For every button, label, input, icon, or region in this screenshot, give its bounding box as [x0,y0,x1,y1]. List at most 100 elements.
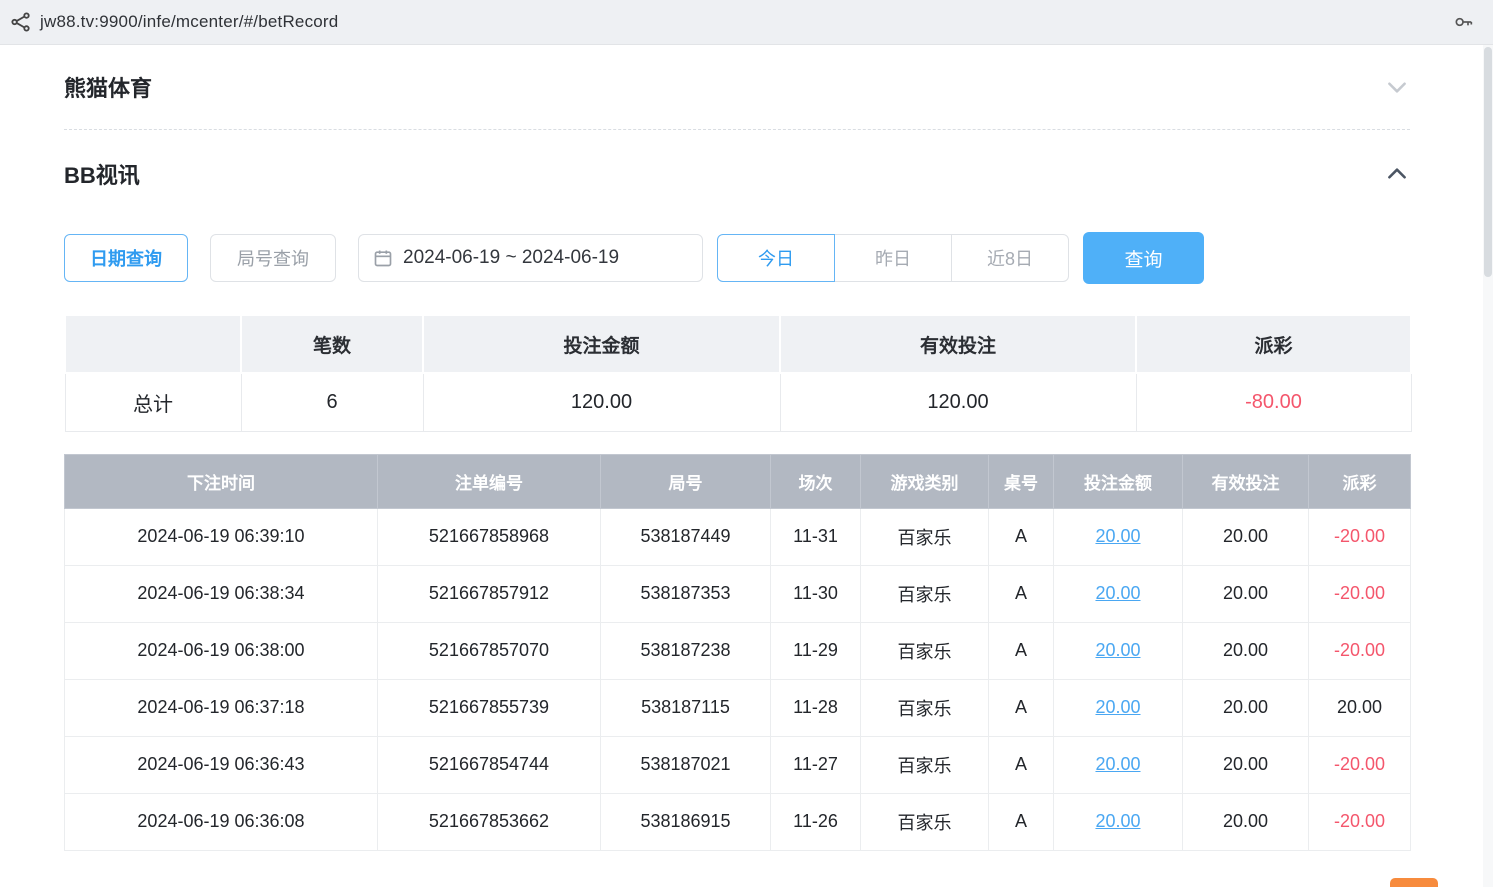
cell-valid-bet: 20.00 [1183,793,1309,850]
cell-bet-time: 2024-06-19 06:39:10 [65,508,378,565]
chevron-down-icon[interactable] [1384,74,1410,100]
cell-game-type: 百家乐 [861,622,989,679]
last8days-button[interactable]: 近8日 [951,234,1069,282]
summary-total-label: 总计 [65,373,241,431]
cell-round-no: 538187353 [601,565,771,622]
cell-bet-amount: 20.00 [1054,565,1183,622]
bet-amount-link[interactable]: 20.00 [1095,754,1140,774]
cell-game-type: 百家乐 [861,793,989,850]
summary-header-row: 笔数 投注金额 有效投注 派彩 [65,315,1411,373]
table-row: 2024-06-19 06:38:00 521667857070 5381872… [65,622,1411,679]
share-sitemap-icon[interactable] [10,11,32,33]
bet-amount-link[interactable]: 20.00 [1095,640,1140,660]
summary-header-count: 笔数 [241,315,423,373]
cell-bet-id: 521667855739 [378,679,601,736]
cell-game-type: 百家乐 [861,736,989,793]
table-row: 2024-06-19 06:36:08 521667853662 5381869… [65,793,1411,850]
summary-total-row: 总计 6 120.00 120.00 -80.00 [65,373,1411,431]
round-query-button[interactable]: 局号查询 [210,234,336,282]
section-panda-sports[interactable]: 熊猫体育 [64,45,1410,129]
cell-session: 11-29 [771,622,861,679]
cell-session: 11-28 [771,679,861,736]
bet-table-header-row: 下注时间 注单编号 局号 场次 游戏类别 桌号 投注金额 有效投注 派彩 [65,454,1411,508]
page: jw88.tv:9900/infe/mcenter/#/betRecord 熊猫… [0,0,1493,887]
cell-bet-amount: 20.00 [1054,679,1183,736]
cell-bet-id: 521667854744 [378,736,601,793]
summary-header-valid-bet: 有效投注 [780,315,1136,373]
cell-session: 11-31 [771,508,861,565]
scrollbar-thumb[interactable] [1484,47,1492,277]
search-button[interactable]: 查询 [1083,232,1204,284]
yesterday-button[interactable]: 昨日 [834,234,952,282]
browser-address-bar: jw88.tv:9900/infe/mcenter/#/betRecord [0,0,1493,45]
bet-amount-link[interactable]: 20.00 [1095,811,1140,831]
cell-bet-time: 2024-06-19 06:38:34 [65,565,378,622]
summary-header-payout: 派彩 [1136,315,1411,373]
header-bet-time: 下注时间 [65,454,378,508]
cell-game-type: 百家乐 [861,565,989,622]
summary-count: 6 [241,373,423,431]
cell-valid-bet: 20.00 [1183,565,1309,622]
cell-round-no: 538186915 [601,793,771,850]
date-query-button[interactable]: 日期查询 [64,234,188,282]
section-title-panda: 熊猫体育 [64,71,152,103]
bet-amount-link[interactable]: 20.00 [1095,526,1140,546]
cell-table-no: A [989,622,1054,679]
cell-valid-bet: 20.00 [1183,736,1309,793]
cell-table-no: A [989,679,1054,736]
table-row: 2024-06-19 06:37:18 521667855739 5381871… [65,679,1411,736]
cell-bet-id: 521667857912 [378,565,601,622]
cell-bet-id: 521667857070 [378,622,601,679]
cell-valid-bet: 20.00 [1183,679,1309,736]
summary-payout: -80.00 [1136,373,1411,431]
cell-game-type: 百家乐 [861,679,989,736]
cell-bet-id: 521667858968 [378,508,601,565]
cell-bet-time: 2024-06-19 06:38:00 [65,622,378,679]
cell-valid-bet: 20.00 [1183,508,1309,565]
bet-table-body: 2024-06-19 06:39:10 521667858968 5381874… [65,508,1411,850]
header-valid-bet: 有效投注 [1183,454,1309,508]
bet-amount-link[interactable]: 20.00 [1095,583,1140,603]
password-key-icon[interactable] [1453,12,1473,32]
header-bet-amount: 投注金额 [1054,454,1183,508]
cell-session: 11-26 [771,793,861,850]
date-range-input[interactable]: 2024-06-19 ~ 2024-06-19 [358,234,703,282]
summary-header-bet-amount: 投注金额 [423,315,780,373]
cell-bet-amount: 20.00 [1054,793,1183,850]
header-session: 场次 [771,454,861,508]
cell-bet-time: 2024-06-19 06:36:08 [65,793,378,850]
url-text[interactable]: jw88.tv:9900/infe/mcenter/#/betRecord [40,12,1453,32]
cell-table-no: A [989,565,1054,622]
cell-payout: -20.00 [1309,736,1411,793]
header-round-no: 局号 [601,454,771,508]
summary-header-empty [65,315,241,373]
floating-widget[interactable] [1390,878,1438,887]
bet-amount-link[interactable]: 20.00 [1095,697,1140,717]
summary-valid-bet: 120.00 [780,373,1136,431]
cell-table-no: A [989,793,1054,850]
section-bb-video[interactable]: BB视讯 [64,130,1410,218]
calendar-icon [373,248,393,268]
cell-session: 11-30 [771,565,861,622]
cell-payout: -20.00 [1309,508,1411,565]
cell-payout: 20.00 [1309,679,1411,736]
cell-round-no: 538187115 [601,679,771,736]
summary-table: 笔数 投注金额 有效投注 派彩 总计 6 120.00 120.00 -80.0… [64,314,1412,432]
header-table-no: 桌号 [989,454,1054,508]
cell-payout: -20.00 [1309,793,1411,850]
cell-bet-amount: 20.00 [1054,736,1183,793]
cell-bet-time: 2024-06-19 06:36:43 [65,736,378,793]
header-payout: 派彩 [1309,454,1411,508]
cell-bet-id: 521667853662 [378,793,601,850]
date-range-value: 2024-06-19 ~ 2024-06-19 [403,247,619,269]
cell-table-no: A [989,736,1054,793]
table-row: 2024-06-19 06:39:10 521667858968 5381874… [65,508,1411,565]
today-button[interactable]: 今日 [717,234,835,282]
scrollbar-track[interactable] [1483,45,1493,887]
summary-bet-amount: 120.00 [423,373,780,431]
header-game-type: 游戏类别 [861,454,989,508]
cell-payout: -20.00 [1309,565,1411,622]
cell-session: 11-27 [771,736,861,793]
filter-bar: 日期查询 局号查询 2024-06-19 ~ 2024-06-19 今日 昨日 … [64,232,1410,284]
chevron-up-icon[interactable] [1384,161,1410,187]
